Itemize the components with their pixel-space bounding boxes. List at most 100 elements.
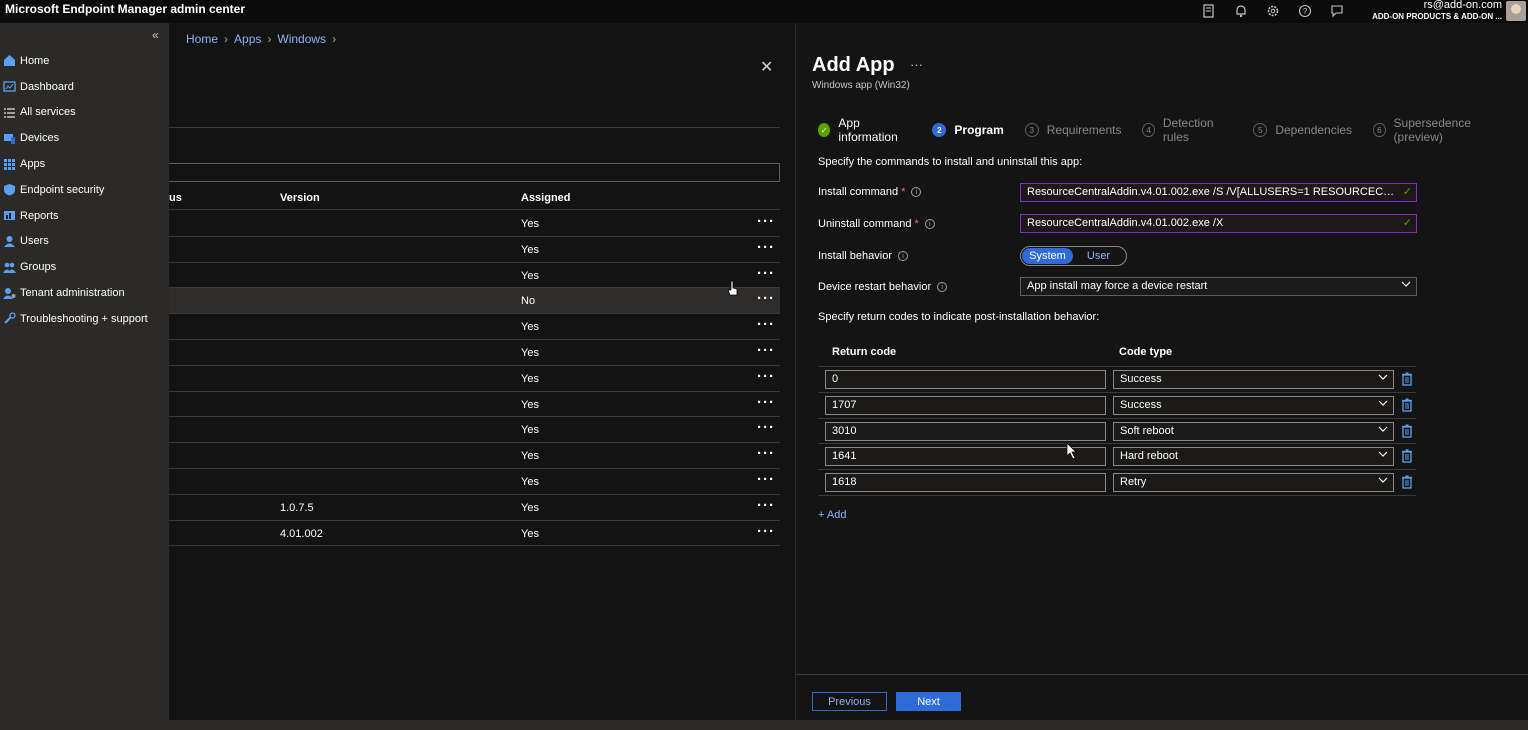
gear-icon[interactable] [1264,2,1282,20]
sidebar-item-users[interactable]: Users [0,229,169,255]
code-type-dropdown[interactable]: Hard reboot [1113,447,1394,467]
return-code-input[interactable]: 0 [825,370,1106,389]
sidebar-item-apps[interactable]: Apps [0,151,169,177]
step-program[interactable]: 2 Program [932,123,1004,137]
breadcrumb-windows[interactable]: Windows [277,32,326,46]
code-type-dropdown[interactable]: Soft reboot [1113,421,1394,441]
table-row[interactable]: Yes ··· [169,211,780,237]
return-code-row: 0 Success [818,367,1416,393]
info-icon[interactable]: i [898,251,908,261]
row-menu-icon[interactable]: ··· [757,213,775,230]
sidebar-item-devices[interactable]: Devices [0,125,169,151]
sidebar-item-dashboard[interactable]: Dashboard [0,74,169,100]
step-requirements[interactable]: 3 Requirements [1024,123,1121,137]
row-menu-icon[interactable]: ··· [757,239,775,256]
info-icon[interactable]: i [924,219,935,229]
row-menu-icon[interactable]: ··· [757,316,775,333]
delete-icon[interactable] [1401,449,1413,464]
user-email: rs@add-on.com [1423,0,1502,11]
bell-icon[interactable] [1232,2,1250,20]
breadcrumb-home[interactable]: Home [186,32,218,46]
code-type-dropdown[interactable]: Success [1113,370,1394,389]
remote-icon[interactable] [1200,2,1218,20]
search-input[interactable] [169,163,780,182]
column-assigned[interactable]: Assigned [521,192,571,204]
breadcrumb-apps[interactable]: Apps [234,32,261,46]
row-menu-icon[interactable]: ··· [757,342,775,359]
return-code-input[interactable]: 3010 [825,421,1106,441]
column-status[interactable]: us [169,192,182,204]
return-code-input[interactable]: 1618 [825,473,1106,493]
table-row[interactable]: No ··· [169,288,780,315]
install-command-input[interactable]: ResourceCentralAddin.v4.01.002.exe /S /V… [1020,183,1417,202]
table-row[interactable]: 4.01.002 Yes ··· [169,521,780,547]
sidebar-item-home[interactable]: Home [0,48,169,74]
more-options-icon[interactable]: ··· [910,57,923,72]
avatar[interactable] [1506,1,1526,21]
help-icon[interactable]: ? [1296,2,1314,20]
table-row[interactable]: 1.0.7.5 Yes ··· [169,495,780,521]
step-app-information[interactable]: ✓ App information [818,116,911,144]
delete-icon[interactable] [1401,398,1413,412]
row-menu-icon[interactable]: ··· [757,471,775,488]
sidebar-item-label: Users [20,235,49,248]
check-circle-icon: ✓ [818,123,831,137]
uninstall-command-input[interactable]: ResourceCentralAddin.v4.01.002.exe /X ✓ [1020,214,1417,233]
row-menu-icon[interactable]: ··· [757,290,775,307]
table-row[interactable]: Yes ··· [169,443,780,469]
sidebar-item-tenant-administration[interactable]: Tenant administration [0,280,169,306]
feedback-icon[interactable] [1328,2,1346,20]
info-icon[interactable]: i [911,187,922,197]
table-row[interactable]: Yes ··· [169,417,780,444]
row-menu-icon[interactable]: ··· [757,419,775,436]
return-code-input[interactable]: 1707 [825,395,1106,415]
row-menu-icon[interactable]: ··· [757,523,775,540]
sidebar-item-all-services[interactable]: All services [0,100,169,126]
add-return-code-link[interactable]: + Add [818,509,846,521]
home-icon [3,54,16,67]
sidebar-item-label: Apps [20,158,46,171]
table-row[interactable]: Yes ··· [169,469,780,495]
account-menu[interactable]: rs@add-on.com ADD-ON PRODUCTS & ADD-ON .… [1372,0,1502,22]
collapse-sidebar-icon[interactable]: « [152,28,159,42]
column-version[interactable]: Version [280,192,320,204]
delete-icon[interactable] [1401,424,1413,438]
sidebar-item-reports[interactable]: Reports [0,203,169,229]
row-assigned: Yes [521,321,539,334]
row-menu-icon[interactable]: ··· [757,445,775,462]
delete-icon[interactable] [1401,372,1413,386]
return-code-input[interactable]: 1641 [825,447,1106,467]
row-menu-icon[interactable]: ··· [757,368,775,385]
step-dependencies[interactable]: 5 Dependencies [1253,123,1352,137]
sidebar-nav: Home Dashboard All services Devices Apps Endp… [0,48,169,332]
behavior-system-option[interactable]: System [1022,248,1073,264]
code-type-dropdown[interactable]: Retry [1113,473,1394,493]
code-type-dropdown[interactable]: Success [1113,395,1394,415]
step-number: 4 [1142,123,1155,137]
table-row[interactable]: Yes ··· [169,314,780,340]
delete-icon[interactable] [1401,475,1413,489]
close-icon[interactable]: ✕ [760,57,773,77]
row-menu-icon[interactable]: ··· [757,394,775,411]
sidebar-item-label: Reports [20,209,59,222]
install-behavior-toggle[interactable]: System User [1020,246,1127,266]
row-menu-icon[interactable]: ··· [757,497,775,514]
previous-button[interactable]: Previous [812,692,887,711]
sidebar-item-endpoint-security[interactable]: Endpoint security [0,177,169,203]
return-code-row: 1641 Hard reboot [818,444,1416,471]
info-icon[interactable]: i [937,282,948,292]
table-row[interactable]: Yes ··· [169,340,780,366]
table-row[interactable]: Yes ··· [169,237,780,263]
row-menu-icon[interactable]: ··· [757,265,775,282]
restart-behavior-dropdown[interactable]: App install may force a device restart [1020,277,1417,296]
sidebar-item-groups[interactable]: Groups [0,254,169,280]
table-row[interactable]: Yes ··· [169,263,780,289]
step-detection-rules[interactable]: 4 Detection rules [1142,116,1232,144]
next-button[interactable]: Next [896,692,961,711]
row-version: 4.01.002 [280,527,323,540]
behavior-user-option[interactable]: User [1073,248,1124,264]
step-supersedence-preview[interactable]: 6 Supersedence (preview) [1373,116,1507,144]
sidebar-item-troubleshooting-support[interactable]: Troubleshooting + support [0,306,169,332]
table-row[interactable]: Yes ··· [169,366,780,392]
table-row[interactable]: Yes ··· [169,392,780,418]
